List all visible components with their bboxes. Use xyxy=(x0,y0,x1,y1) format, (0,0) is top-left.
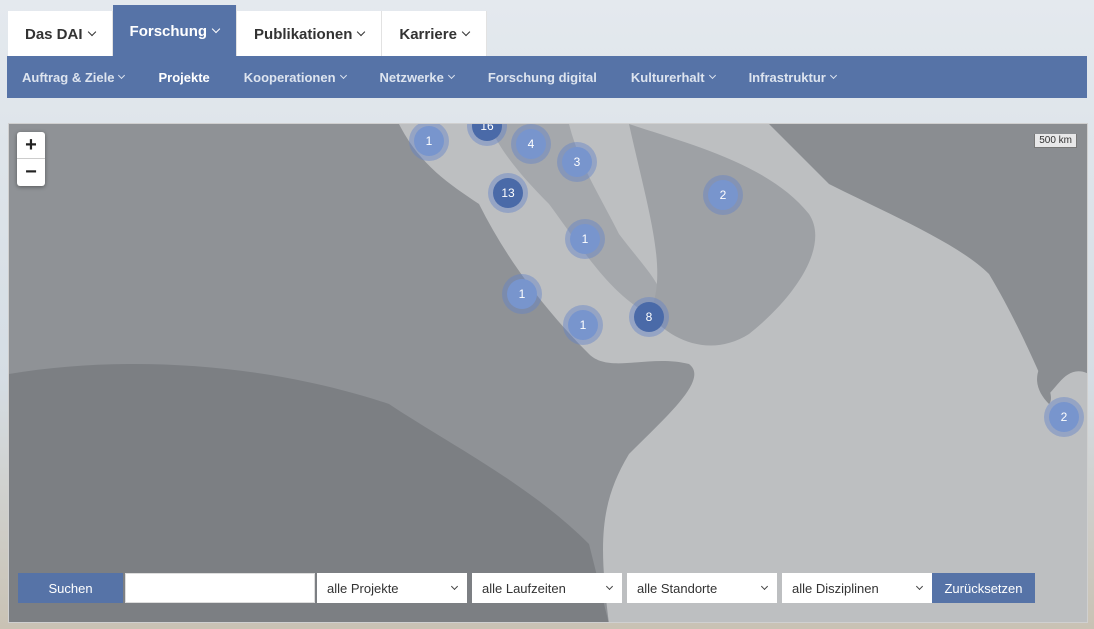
zoom-control: + − xyxy=(17,132,45,186)
search-input[interactable] xyxy=(125,573,315,603)
tab-forschung[interactable]: Forschung xyxy=(112,5,238,57)
tab-label: Karriere xyxy=(399,25,457,43)
scale-label: 500 km xyxy=(1034,134,1077,148)
chevron-down-icon xyxy=(461,27,471,37)
subnav-label: Infrastruktur xyxy=(748,69,826,85)
map-cluster[interactable]: 8 xyxy=(629,297,669,337)
periods-select[interactable]: alle Laufzeiten xyxy=(472,573,622,603)
subnav-label: Projekte xyxy=(158,69,210,85)
map-cluster[interactable]: 13 xyxy=(488,173,528,213)
subnav-label: Netzwerke xyxy=(379,69,444,85)
chevron-down-icon xyxy=(760,582,769,591)
cluster-count: 13 xyxy=(493,178,523,208)
cluster-count: 4 xyxy=(516,129,546,159)
zoom-out-button[interactable]: − xyxy=(17,159,45,186)
subnav-projekte[interactable]: Projekte xyxy=(158,70,209,85)
chevron-down-icon xyxy=(829,71,837,80)
subnav-infrastruktur[interactable]: Infrastruktur xyxy=(748,69,837,85)
map-cluster[interactable]: 2 xyxy=(1044,397,1084,437)
cluster-count: 3 xyxy=(562,147,592,177)
subnav-auftrag[interactable]: Auftrag & Ziele xyxy=(22,69,126,85)
cluster-count: 2 xyxy=(708,180,738,210)
tab-publikationen[interactable]: Publikationen xyxy=(237,11,383,57)
map-cluster[interactable]: 2 xyxy=(703,175,743,215)
chevron-down-icon xyxy=(211,24,221,34)
chevron-down-icon xyxy=(450,582,459,591)
chevron-down-icon xyxy=(87,27,96,37)
sub-nav: Auftrag & Ziele Projekte Kooperationen N… xyxy=(7,56,1087,98)
map-terrain xyxy=(9,124,1087,622)
reset-button[interactable]: Zurücksetzen xyxy=(932,573,1035,603)
subnav-label: Forschung digital xyxy=(487,69,597,85)
map-cluster[interactable]: 1 xyxy=(563,305,603,345)
filter-bar: Suchen alle Projekte alle Laufzeiten all… xyxy=(18,573,1035,603)
subnav-kulturerhalt[interactable]: Kulturerhalt xyxy=(630,69,716,85)
chevron-down-icon xyxy=(605,582,614,591)
map-cluster[interactable]: 3 xyxy=(557,142,597,182)
map-cluster[interactable]: 4 xyxy=(511,124,551,164)
tab-label: Forschung xyxy=(129,22,208,40)
subnav-netzwerke[interactable]: Netzwerke xyxy=(379,69,455,85)
subnav-label: Kulturerhalt xyxy=(630,69,705,85)
subnav-label: Kooperationen xyxy=(243,69,336,85)
tab-das-dai[interactable]: Das DAI xyxy=(8,11,113,57)
chevron-down-icon xyxy=(339,71,347,80)
chevron-down-icon xyxy=(357,27,366,37)
locations-select[interactable]: alle Standorte xyxy=(627,573,777,603)
subnav-label: Auftrag & Ziele xyxy=(22,69,115,85)
cluster-count: 1 xyxy=(507,279,537,309)
disciplines-select-value: alle Disziplinen xyxy=(792,580,879,596)
cluster-count: 1 xyxy=(568,310,598,340)
projects-select[interactable]: alle Projekte xyxy=(317,573,467,603)
cluster-count: 1 xyxy=(570,224,600,254)
cluster-count: 16 xyxy=(472,124,502,141)
cluster-count: 8 xyxy=(634,302,664,332)
chevron-down-icon xyxy=(118,71,126,80)
search-button[interactable]: Suchen xyxy=(18,573,123,603)
tab-karriere[interactable]: Karriere xyxy=(382,11,487,57)
chevron-down-icon xyxy=(915,582,924,591)
main-nav: Das DAI Forschung Publikationen Karriere xyxy=(8,5,487,57)
cluster-count: 1 xyxy=(414,126,444,156)
chevron-down-icon xyxy=(708,71,716,80)
tab-label: Das DAI xyxy=(25,25,83,43)
project-map[interactable]: + − 500 km 1 16 4 3 13 2 1 1 1 8 2 xyxy=(8,123,1088,623)
zoom-in-button[interactable]: + xyxy=(17,132,45,159)
periods-select-value: alle Laufzeiten xyxy=(482,580,566,596)
projects-select-value: alle Projekte xyxy=(327,580,399,596)
tab-label: Publikationen xyxy=(254,25,353,43)
locations-select-value: alle Standorte xyxy=(637,580,718,596)
subnav-kooperationen[interactable]: Kooperationen xyxy=(243,69,347,85)
map-cluster[interactable]: 1 xyxy=(565,219,605,259)
cluster-count: 2 xyxy=(1049,402,1079,432)
subnav-forschung-digital[interactable]: Forschung digital xyxy=(488,70,597,85)
chevron-down-icon xyxy=(447,71,455,80)
map-cluster[interactable]: 1 xyxy=(502,274,542,314)
disciplines-select[interactable]: alle Disziplinen xyxy=(782,573,932,603)
